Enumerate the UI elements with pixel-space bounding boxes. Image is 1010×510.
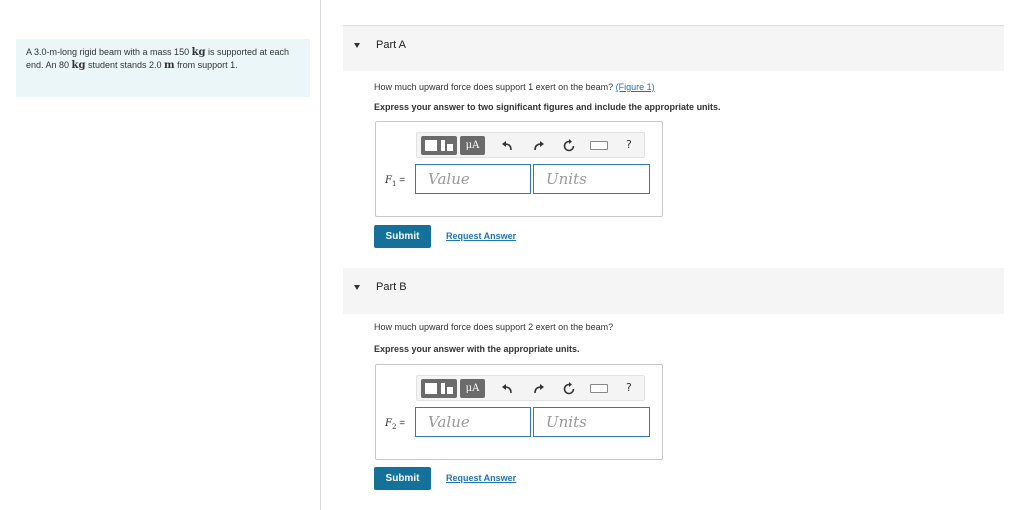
equals-sign: =: [396, 418, 406, 429]
submit-button[interactable]: Submit: [374, 467, 431, 490]
request-answer-link[interactable]: Request Answer: [446, 473, 516, 483]
units-input[interactable]: Units: [533, 407, 650, 437]
part-b-header[interactable]: Part B: [343, 268, 1004, 314]
redo-icon[interactable]: [530, 138, 546, 154]
figure-link[interactable]: (Figure 1): [616, 82, 655, 92]
part-b-title: Part B: [376, 281, 407, 293]
caret-down-icon[interactable]: [354, 285, 360, 290]
problem-text: student stands 2.0: [85, 60, 165, 70]
request-answer-link[interactable]: Request Answer: [446, 231, 516, 241]
part-a-title: Part A: [376, 39, 406, 51]
var-letter: F: [385, 418, 392, 429]
equals-sign: =: [396, 175, 406, 186]
question-text: How much upward force does support 1 exe…: [374, 82, 616, 92]
unit-m: m: [164, 60, 175, 71]
templates-icon[interactable]: [421, 136, 457, 155]
part-b-instruction: Express your answer with the appropriate…: [374, 344, 580, 354]
math-toolbar: μA ?: [416, 132, 645, 158]
reset-icon[interactable]: [561, 381, 577, 397]
part-b-question: How much upward force does support 2 exe…: [374, 322, 614, 332]
part-a-answer-box: μA ? F1 = Value Units: [375, 121, 663, 217]
part-a-header[interactable]: Part A: [343, 25, 1004, 71]
undo-icon[interactable]: [500, 138, 516, 154]
help-icon[interactable]: ?: [626, 138, 632, 151]
var-letter: F: [385, 175, 392, 186]
problem-text: A 3.0-m-long rigid beam with a mass 150: [26, 47, 192, 57]
value-input[interactable]: Value: [415, 164, 531, 194]
redo-icon[interactable]: [530, 381, 546, 397]
keyboard-icon[interactable]: [590, 384, 608, 393]
problem-text: from support 1.: [174, 60, 238, 70]
submit-button[interactable]: Submit: [374, 225, 431, 248]
problem-panel: A 3.0-m-long rigid beam with a mass 150 …: [0, 0, 321, 510]
part-a-question: How much upward force does support 1 exe…: [374, 82, 655, 92]
math-toolbar: μA ?: [416, 375, 645, 401]
help-icon[interactable]: ?: [626, 381, 632, 394]
reset-icon[interactable]: [561, 138, 577, 154]
variable-label-f1: F1 =: [385, 175, 405, 188]
units-mu-button[interactable]: μA: [460, 136, 485, 155]
undo-icon[interactable]: [500, 381, 516, 397]
units-mu-button[interactable]: μA: [460, 379, 485, 398]
templates-icon[interactable]: [421, 379, 457, 398]
caret-down-icon[interactable]: [354, 43, 360, 48]
unit-kg: kg: [71, 60, 86, 71]
problem-statement: A 3.0-m-long rigid beam with a mass 150 …: [16, 39, 310, 97]
keyboard-icon[interactable]: [590, 141, 608, 150]
part-b-answer-box: μA ? F2 = Value Units: [375, 364, 663, 460]
variable-label-f2: F2 =: [385, 418, 405, 431]
unit-kg: kg: [191, 47, 206, 58]
part-a-instruction: Express your answer to two significant f…: [374, 102, 721, 112]
value-input[interactable]: Value: [415, 407, 531, 437]
units-input[interactable]: Units: [533, 164, 650, 194]
